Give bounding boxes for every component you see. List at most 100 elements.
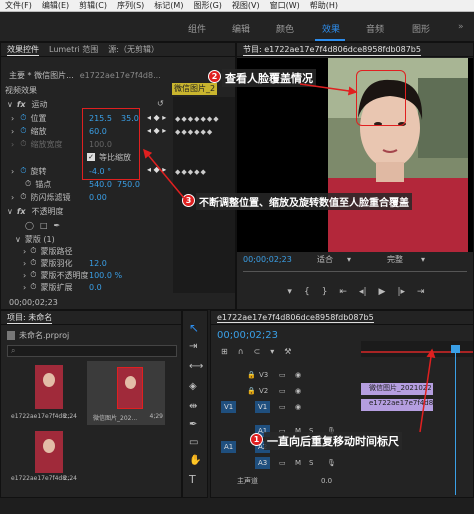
menu-sequence[interactable]: 序列(S) [112, 0, 149, 11]
workspace-tab-audio[interactable]: 音频 [366, 22, 384, 35]
program-timecode[interactable]: 00;00;02;23 [243, 253, 292, 265]
selection-tool-icon[interactable]: ↖ [189, 321, 199, 335]
track-label[interactable]: V3 [259, 371, 268, 379]
chevron-right-icon[interactable]: › [11, 114, 14, 123]
hand-icon[interactable]: ✋ [189, 455, 201, 466]
step-back-icon[interactable]: ◂| [359, 287, 367, 301]
track-select-icon[interactable]: ⇥ [189, 341, 197, 352]
menu-edit[interactable]: 编辑(E) [37, 0, 74, 11]
project-item-selected[interactable]: 微信图片_202... 4;29 [87, 361, 165, 425]
mask-feather-value[interactable]: 12.0 [89, 259, 107, 268]
sync-icon[interactable]: ▭ [279, 371, 286, 379]
chevron-right-icon[interactable]: › [11, 193, 14, 202]
menu-window[interactable]: 窗口(W) [265, 0, 305, 11]
stopwatch-icon[interactable]: ⏱ [20, 126, 26, 136]
rectangle-icon[interactable]: ▭ [189, 437, 198, 448]
clip-v2[interactable]: 微信图片_2021022 [361, 383, 433, 395]
chevron-right-icon[interactable]: › [23, 259, 26, 268]
stopwatch-icon[interactable]: ⏱ [25, 179, 31, 189]
mute-button[interactable]: M [295, 459, 301, 467]
pen-mask-icon[interactable]: ✒ [54, 221, 61, 230]
program-title[interactable]: 节目: e1722ae17e7f4d806dce8958fdb087b5 [243, 44, 421, 56]
play-icon[interactable]: ▶ [379, 287, 386, 301]
fit-select[interactable]: 适合 ▾ [317, 253, 351, 265]
more-icon[interactable]: » [458, 22, 464, 32]
step-forward-icon[interactable]: |▸ [397, 287, 405, 301]
stopwatch-icon[interactable]: ⏱ [30, 258, 36, 268]
stopwatch-icon[interactable]: ⏱ [30, 246, 36, 256]
pen-icon[interactable]: ✒ [189, 419, 197, 430]
timeline-title[interactable]: e1722ae17e7f4d806dce8958fdb087b5 [217, 313, 374, 323]
video-viewport[interactable] [237, 58, 473, 252]
chevron-down-icon[interactable]: ∨ [7, 207, 13, 216]
snap-icon[interactable]: ∩ [238, 347, 244, 356]
keyframe-nav-icon[interactable]: ◂ ◆ ▸ [147, 163, 166, 176]
ripple-edit-icon[interactable]: ⟷ [189, 361, 203, 372]
mark-out-icon[interactable]: } [322, 287, 328, 301]
mark-in-icon[interactable]: { [304, 287, 310, 301]
workspace-tab-graphics[interactable]: 图形 [412, 22, 430, 35]
mask-opacity-value[interactable]: 100.0 % [89, 271, 122, 280]
workspace-tab-effects[interactable]: 效果 [322, 22, 340, 35]
sequence-label[interactable]: e1722ae17e7f4d8... [80, 71, 161, 80]
ellipse-mask-icon[interactable]: ◯ [25, 221, 34, 230]
sync-icon[interactable]: ▭ [279, 459, 286, 467]
chevron-right-icon[interactable]: › [23, 271, 26, 280]
stopwatch-icon[interactable]: ⏱ [30, 270, 36, 280]
clip-bar[interactable]: 微信图片_2 [172, 83, 217, 95]
effect-timecode[interactable]: 00;00;02;23 [9, 296, 58, 308]
type-icon[interactable]: T [189, 473, 196, 486]
stopwatch-icon[interactable]: ⏱ [20, 166, 26, 176]
chevron-right-icon[interactable]: › [23, 247, 26, 256]
chevron-right-icon[interactable]: › [11, 127, 14, 136]
slip-icon[interactable]: ⇹ [189, 401, 197, 412]
eye-icon[interactable]: ◉ [295, 403, 301, 411]
source-patch-a1[interactable]: A1 [221, 440, 237, 453]
flicker-value[interactable]: 0.00 [89, 193, 107, 202]
stopwatch-icon[interactable]: ⏱ [20, 192, 26, 202]
menu-graphics[interactable]: 图形(G) [188, 0, 226, 11]
stopwatch-icon[interactable]: ⏱ [30, 282, 36, 292]
anchor-x-value[interactable]: 540.0 [89, 180, 112, 189]
workspace-tab-assembly[interactable]: 组件 [188, 22, 206, 35]
stopwatch-icon[interactable]: ⏱ [20, 139, 26, 149]
quality-select[interactable]: 完整 ▾ [387, 253, 425, 265]
source-patch-v1[interactable]: V1 [221, 400, 237, 413]
nest-icon[interactable]: ⊞ [221, 347, 228, 356]
track-label[interactable]: V1 [255, 400, 271, 413]
track-label[interactable]: A3 [255, 456, 271, 469]
mic-icon[interactable]: 🎙 [327, 459, 336, 467]
master-label[interactable]: 主要 * 微信图片... [9, 70, 74, 81]
anchor-y-value[interactable]: 750.0 [117, 180, 140, 189]
workspace-tab-color[interactable]: 颜色 [276, 22, 294, 35]
tab-source[interactable]: 源:（无剪辑） [108, 44, 159, 55]
reset-icon[interactable]: ↺ [157, 99, 164, 108]
mask-expansion-value[interactable]: 0.0 [89, 283, 102, 292]
add-marker-icon[interactable]: ▾ [287, 287, 292, 301]
master-value[interactable]: 0.0 [321, 477, 332, 485]
mask-row[interactable]: ∨ 蒙版 (1) [15, 233, 55, 245]
motion-row[interactable]: ∨ fx 运动 [7, 98, 48, 110]
eye-icon[interactable]: ◉ [295, 387, 301, 395]
timeline-timecode[interactable]: 00;00;02;23 [217, 329, 278, 341]
go-to-in-icon[interactable]: ⇤ [339, 287, 347, 301]
chevron-right-icon[interactable]: › [11, 167, 14, 176]
sync-icon[interactable]: ▭ [279, 403, 286, 411]
tab-lumetri-scopes[interactable]: Lumetri 范围 [49, 44, 98, 55]
menu-view[interactable]: 视图(V) [227, 0, 265, 11]
keyframe-nav-icon[interactable]: ◂ ◆ ▸ [147, 124, 166, 137]
project-item[interactable]: e1722ae17e7f4d8... 2;24 [11, 427, 77, 487]
stopwatch-icon[interactable]: ⏱ [20, 113, 26, 123]
solo-button[interactable]: S [309, 459, 313, 467]
chevron-down-icon[interactable]: ∨ [7, 100, 13, 109]
program-scrubber[interactable] [243, 271, 467, 272]
razor-icon[interactable]: ◈ [189, 381, 197, 392]
clip-v1[interactable]: e1722ae17e7f4d806dce8958fdb087b5 [361, 399, 433, 411]
rectangle-mask-icon[interactable]: □ [40, 221, 48, 230]
linked-icon[interactable]: ⊂ [254, 347, 261, 356]
chevron-down-icon[interactable]: ∨ [15, 235, 21, 244]
eye-icon[interactable]: ◉ [295, 371, 301, 379]
lock-icon[interactable]: 🔒 [247, 371, 256, 379]
project-item[interactable]: e1722ae17e7f4d8... 2;24 [11, 361, 77, 425]
wrench-icon[interactable]: ⚒ [284, 347, 291, 356]
